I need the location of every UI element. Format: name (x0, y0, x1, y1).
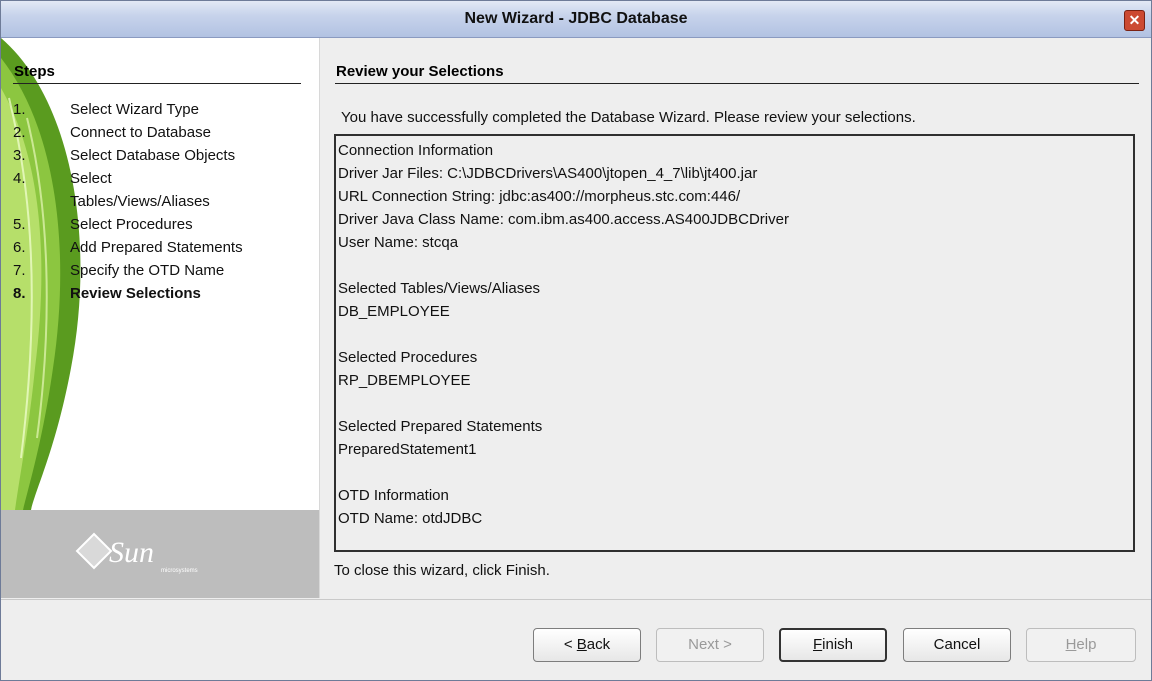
step-label: Connect to Database (70, 124, 211, 141)
step-number: 8. (13, 285, 26, 302)
review-line: Driver Java Class Name: com.ibm.as400.ac… (338, 211, 789, 228)
back-button-rest: ack (586, 636, 611, 653)
finish-button-mnemonic: F (812, 636, 823, 653)
sun-logo-text: Sun (109, 536, 154, 569)
step-number: 4. (13, 170, 26, 187)
page-title-divider (335, 83, 1139, 84)
step-label: Select Database Objects (70, 147, 236, 164)
step-label: Review Selections (70, 285, 201, 302)
back-button-mnemonic: B (576, 636, 587, 653)
title-bar[interactable]: New Wizard - JDBC Database ✕ (1, 1, 1151, 38)
button-bar-divider (1, 599, 1151, 600)
review-line: DB_EMPLOYEE (338, 303, 450, 320)
sun-logo-subtext: microsystems (161, 568, 198, 574)
step-number: 5. (13, 216, 26, 233)
review-line: OTD Information (338, 487, 449, 504)
page-title: Review your Selections (336, 63, 504, 80)
step-number: 3. (13, 147, 26, 164)
cancel-button[interactable]: Cancel (903, 628, 1011, 662)
steps-panel: Sun microsystems (1, 38, 320, 598)
review-line (338, 392, 1131, 415)
step-label-line2: Tables/Views/Aliases (70, 193, 210, 210)
finish-button-rest: inish (822, 636, 854, 653)
sun-logo-icon (75, 532, 113, 570)
review-text-area[interactable]: Connection Information Driver Jar Files:… (334, 134, 1135, 552)
step-label: Specify the OTD Name (70, 262, 225, 279)
review-line: Selected Procedures (338, 349, 478, 366)
closing-instruction: To close this wizard, click Finish. (334, 562, 550, 579)
step-label: Select Wizard Type (70, 101, 199, 118)
review-line (338, 323, 1131, 346)
review-line: PreparedStatement1 (338, 441, 477, 458)
help-button-rest: elp (1076, 636, 1097, 653)
review-line: Driver Jar Files: C:\JDBCDrivers\AS400\j… (338, 165, 758, 182)
step-label: Select (70, 170, 112, 187)
window-title: New Wizard - JDBC Database (464, 10, 688, 27)
step-number: 1. (13, 101, 26, 118)
review-line: Selected Tables/Views/Aliases (338, 280, 541, 297)
back-button[interactable]: < Back (533, 628, 641, 662)
steps-heading: Steps (14, 63, 55, 80)
logo-band: Sun microsystems (1, 510, 319, 598)
close-icon: ✕ (1128, 12, 1141, 28)
review-line: URL Connection String: jdbc:as400://morp… (338, 188, 741, 205)
review-line (338, 461, 1131, 484)
step-label: Add Prepared Statements (70, 239, 243, 256)
finish-button[interactable]: Finish (779, 628, 887, 662)
review-line: Selected Prepared Statements (338, 418, 543, 435)
wizard-window: New Wizard - JDBC Database ✕ Sun microsy… (0, 0, 1152, 681)
help-button[interactable]: Help (1026, 628, 1136, 662)
review-line (338, 254, 1131, 277)
step-label: Select Procedures (70, 216, 193, 233)
help-button-mnemonic: H (1065, 636, 1077, 653)
step-number: 7. (13, 262, 26, 279)
review-line: Connection Information (338, 142, 494, 159)
next-button[interactable]: Next > (656, 628, 764, 662)
review-line: OTD Name: otdJDBC (338, 510, 483, 527)
close-button[interactable]: ✕ (1124, 10, 1145, 31)
step-number: 6. (13, 239, 26, 256)
step-number: 2. (13, 124, 26, 141)
steps-divider (13, 83, 301, 84)
review-line: User Name: stcqa (338, 234, 459, 251)
back-button-prefix: < (563, 636, 577, 653)
review-line: RP_DBEMPLOYEE (338, 372, 471, 389)
intro-text: You have successfully completed the Data… (341, 109, 916, 126)
